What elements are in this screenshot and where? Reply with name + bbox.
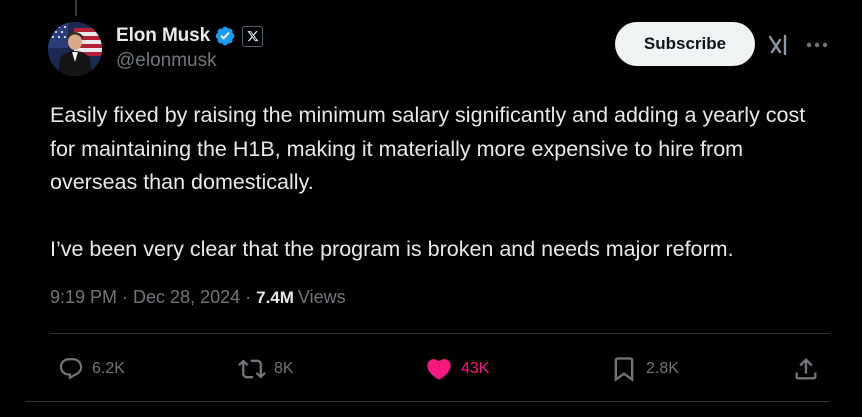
avatar-image	[48, 22, 102, 76]
tweet-detail: Elon Musk @elonmusk Subscribe Easily fix…	[0, 0, 862, 417]
repost-icon	[238, 359, 266, 379]
like-button[interactable]: 43K	[425, 346, 489, 392]
views-count[interactable]: 7.4M	[256, 288, 294, 308]
bookmark-count: 2.8K	[646, 360, 679, 377]
grok-icon[interactable]	[766, 32, 792, 58]
tweet-paragraph: I’ve been very clear that the program is…	[50, 237, 734, 261]
divider	[50, 333, 830, 334]
tweet-paragraph: Easily fixed by raising the minimum sala…	[50, 103, 806, 194]
more-horizontal-icon[interactable]	[804, 32, 830, 58]
tweet-time[interactable]: 9:19 PM	[50, 287, 117, 308]
tweet-metadata: 9:19 PM · Dec 28, 2024 · 7.4M Views	[50, 287, 346, 308]
author-info: Elon Musk @elonmusk	[116, 24, 264, 72]
meta-separator: ·	[122, 287, 129, 307]
tweet-body: Easily fixed by raising the minimum sala…	[50, 99, 830, 267]
avatar[interactable]	[48, 22, 102, 76]
bookmark-button[interactable]: 2.8K	[610, 346, 679, 392]
heart-icon	[427, 359, 451, 380]
author-name-row: Elon Musk	[116, 24, 264, 48]
tweet-header: Elon Musk @elonmusk Subscribe	[48, 20, 838, 76]
reply-count: 6.2K	[92, 360, 125, 377]
repost-count: 8K	[274, 360, 294, 377]
bookmark-icon	[614, 357, 634, 382]
subscribe-button[interactable]: Subscribe	[615, 22, 755, 66]
share-button[interactable]	[792, 346, 820, 392]
share-icon	[795, 358, 817, 380]
divider	[25, 401, 830, 402]
engagement-bar: 6.2K 8K 43K 2.8K	[50, 346, 830, 392]
views-label: Views	[297, 287, 346, 307]
thread-connector-line	[75, 0, 77, 16]
like-count: 43K	[461, 360, 490, 377]
x-logo-icon[interactable]	[242, 25, 264, 47]
author-handle[interactable]: @elonmusk	[116, 50, 263, 72]
author-display-name[interactable]: Elon Musk	[116, 25, 210, 47]
reply-icon	[59, 358, 83, 380]
repost-button[interactable]: 8K	[238, 346, 294, 392]
tweet-date[interactable]: Dec 28, 2024	[133, 287, 240, 308]
verified-badge-icon[interactable]	[214, 25, 236, 47]
meta-separator: ·	[245, 287, 252, 307]
reply-button[interactable]: 6.2K	[58, 346, 125, 392]
